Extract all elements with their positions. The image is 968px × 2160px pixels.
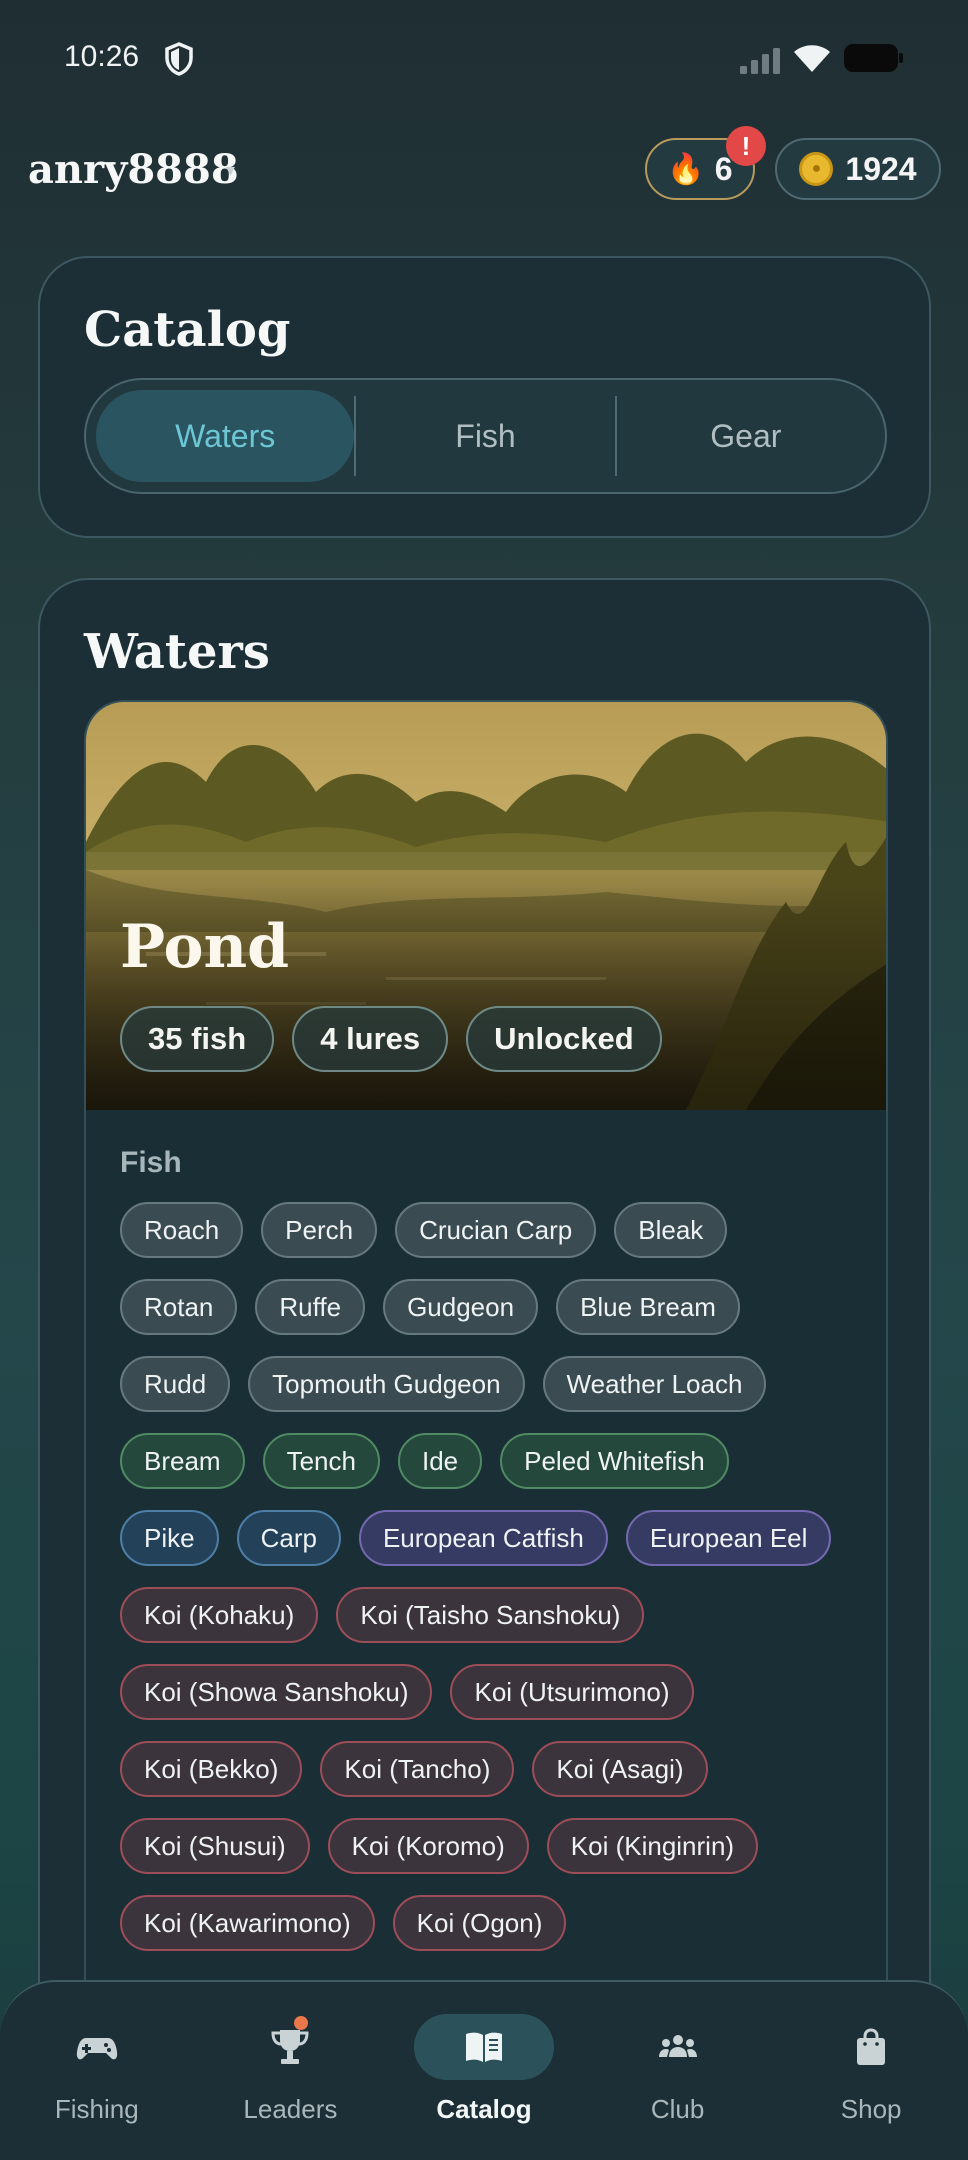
fish-chip[interactable]: Koi (Taisho Sanshoku): [336, 1587, 645, 1643]
fish-chip[interactable]: Bleak: [614, 1202, 728, 1258]
catalog-tabs: Waters Fish Gear: [84, 378, 887, 494]
coin-balance: 1924: [845, 150, 917, 187]
fish-chip[interactable]: Peled Whitefish: [500, 1433, 729, 1489]
book-icon: [465, 2032, 502, 2062]
chip-row: Koi (Kohaku) Koi (Taisho Sanshoku): [120, 1587, 880, 1643]
fish-chip[interactable]: Blue Bream: [556, 1279, 740, 1335]
fish-chip[interactable]: Koi (Kawarimono): [120, 1895, 375, 1951]
page-title: Catalog: [84, 302, 291, 358]
alert-badge: !: [726, 126, 766, 166]
status-bar: 10:26: [0, 0, 968, 118]
fish-chip[interactable]: Rudd: [120, 1356, 231, 1412]
username[interactable]: anry8888: [28, 146, 239, 193]
fish-chip[interactable]: Perch: [261, 1202, 378, 1258]
status-time: 10:26: [64, 40, 140, 73]
gamepad-icon: [76, 2038, 117, 2060]
chip-row: Rudd Topmouth Gudgeon Weather Loach: [120, 1356, 880, 1412]
trophy-icon: [271, 2030, 309, 2064]
water-name: Pond: [120, 912, 290, 982]
fish-chip[interactable]: Koi (Utsurimono): [450, 1664, 694, 1720]
coin-balance-pill[interactable]: ● 1924: [775, 138, 941, 200]
fish-chip[interactable]: Weather Loach: [542, 1356, 767, 1412]
fish-chip[interactable]: Rotan: [120, 1279, 238, 1335]
nav-label: Fishing: [54, 2094, 139, 2124]
signal-icon: [740, 48, 780, 74]
fish-chip[interactable]: Koi (Koromo): [327, 1818, 529, 1874]
fish-chip[interactable]: Topmouth Gudgeon: [248, 1356, 525, 1412]
chip-row: Koi (Bekko) Koi (Tancho) Koi (Asagi): [120, 1741, 880, 1797]
group-icon: [658, 2035, 697, 2057]
notification-dot: [293, 2016, 308, 2030]
chip-row: Koi (Shusui) Koi (Koromo) Koi (Kinginrin): [120, 1818, 880, 1874]
nav-leaders[interactable]: Leaders: [194, 1982, 388, 2160]
lures-count-badge: 4 lures: [292, 1006, 449, 1072]
tab-fish[interactable]: Fish: [356, 390, 614, 482]
fish-chip[interactable]: Pike: [120, 1510, 219, 1566]
chip-row: Roach Perch Crucian Carp Bleak: [120, 1202, 880, 1258]
fish-chip[interactable]: Carp: [236, 1510, 341, 1566]
nav-shop[interactable]: Shop: [774, 1982, 968, 2160]
fish-chip[interactable]: Roach: [120, 1202, 244, 1258]
nav-catalog[interactable]: Catalog: [387, 1982, 581, 2160]
tab-gear[interactable]: Gear: [617, 390, 875, 482]
chip-row: Pike Carp European Catfish European Eel: [120, 1510, 880, 1566]
header: anry8888 ▾ 🔥 6 ! ● 1924: [0, 126, 968, 210]
coin-icon: ●: [799, 152, 834, 186]
fish-chip[interactable]: Crucian Carp: [395, 1202, 597, 1258]
fish-chip[interactable]: Ide: [397, 1433, 483, 1489]
battery-icon: [844, 44, 903, 72]
section-title: Waters: [84, 624, 270, 680]
fish-chip[interactable]: Bream: [120, 1433, 245, 1489]
shield-icon: [165, 42, 193, 76]
chip-row: Bream Tench Ide Peled Whitefish: [120, 1433, 880, 1489]
nav-fishing[interactable]: Fishing: [0, 1982, 194, 2160]
pond-card[interactable]: Pond 35 fish 4 lures Unlocked Fish Roach…: [84, 700, 888, 2076]
fish-count-badge: 35 fish: [120, 1006, 275, 1072]
fish-chip[interactable]: European Catfish: [358, 1510, 608, 1566]
fish-chip[interactable]: Koi (Kinginrin): [546, 1818, 759, 1874]
shopping-bag-icon: [857, 2028, 886, 2065]
nav-club[interactable]: Club: [581, 1982, 775, 2160]
fish-chip[interactable]: Koi (Kohaku): [120, 1587, 319, 1643]
chip-row: Rotan Ruffe Gudgeon Blue Bream: [120, 1279, 880, 1335]
fish-chip-list: Roach Perch Crucian Carp Bleak Rotan Ruffe Gud…: [120, 1202, 880, 1972]
catalog-card: Catalog Waters Fish Gear: [38, 256, 931, 538]
fish-chip[interactable]: Koi (Showa Sanshoku): [120, 1664, 433, 1720]
bottom-nav: Fishing Leaders Catalog Club Shop: [0, 1980, 968, 2160]
fish-chip[interactable]: Koi (Ogon): [392, 1895, 567, 1951]
fish-chip[interactable]: Tench: [262, 1433, 380, 1489]
tab-waters[interactable]: Waters: [96, 390, 355, 482]
fish-chip[interactable]: Koi (Tancho): [320, 1741, 515, 1797]
fish-chip[interactable]: Gudgeon: [383, 1279, 539, 1335]
fish-chip[interactable]: Koi (Shusui): [120, 1818, 310, 1874]
chip-row: Koi (Kawarimono) Koi (Ogon): [120, 1895, 880, 1951]
flame-icon: 🔥: [667, 152, 705, 186]
chip-row: Koi (Showa Sanshoku) Koi (Utsurimono): [120, 1664, 880, 1720]
fish-chip[interactable]: European Eel: [625, 1510, 832, 1566]
chevron-down-icon[interactable]: ▾: [226, 160, 235, 181]
wifi-icon: [794, 45, 830, 72]
pond-badges: 35 fish 4 lures Unlocked: [120, 1006, 662, 1072]
nav-label: Leaders: [243, 2094, 338, 2124]
fish-section-label: Fish: [120, 1146, 182, 1179]
status-badge: Unlocked: [466, 1006, 662, 1072]
waters-card: Waters Pond 35 fish 4 lures Unlocked Fis…: [38, 578, 931, 2078]
nav-label: Catalog: [436, 2094, 532, 2124]
nav-label: Shop: [840, 2094, 902, 2124]
nav-label: Club: [650, 2094, 705, 2124]
fish-chip[interactable]: Koi (Bekko): [120, 1741, 303, 1797]
fish-chip[interactable]: Ruffe: [255, 1279, 366, 1335]
fish-chip[interactable]: Koi (Asagi): [532, 1741, 708, 1797]
